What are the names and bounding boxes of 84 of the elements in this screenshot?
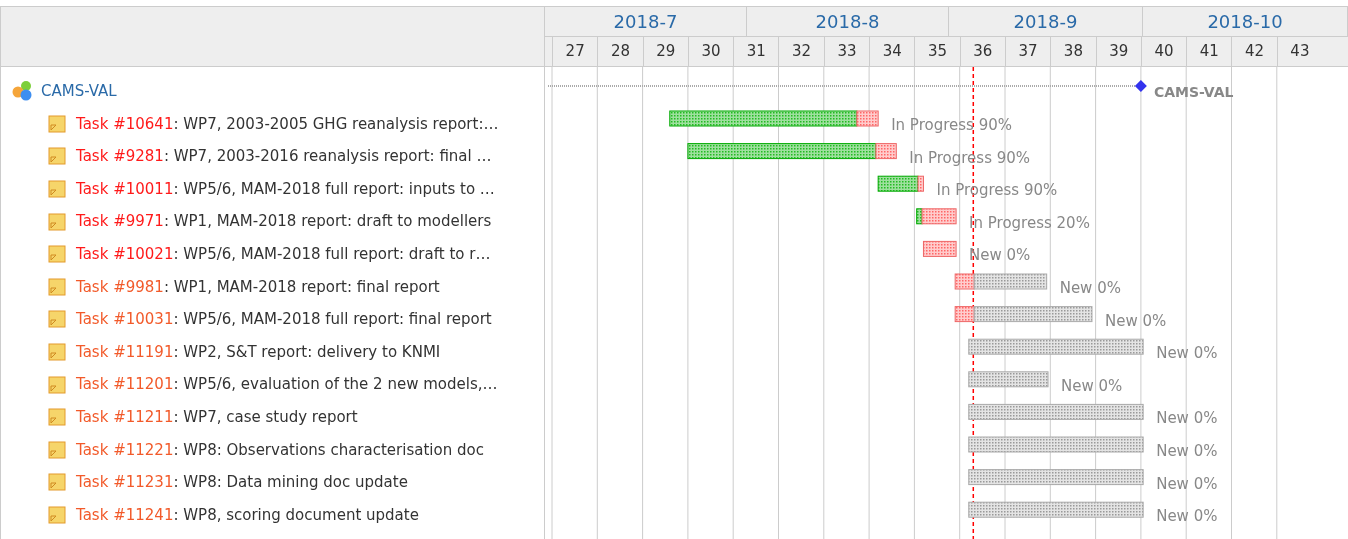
week-header: 37 bbox=[1004, 37, 1051, 66]
late-bar bbox=[875, 143, 897, 160]
task-status-label: New 0% bbox=[1059, 279, 1121, 297]
week-header: 32 bbox=[778, 37, 824, 66]
task-icon bbox=[48, 212, 66, 231]
task-icon bbox=[48, 375, 66, 394]
task-link[interactable]: Task #11241 bbox=[76, 505, 174, 524]
task-icon bbox=[48, 506, 66, 524]
month-header: 2018-10 bbox=[1143, 7, 1348, 36]
late-bar bbox=[921, 208, 957, 225]
week-header: 39 bbox=[1095, 37, 1141, 66]
week-header: 36 bbox=[959, 37, 1005, 66]
week-header: 34 bbox=[869, 37, 915, 66]
task-status-label: In Progress 90% bbox=[909, 148, 1031, 167]
week-header: 29 bbox=[642, 37, 688, 66]
task-status-label: New 0% bbox=[1156, 344, 1218, 363]
task-title: : WP2, S&T report: delivery to KNMI bbox=[173, 342, 441, 361]
task-icon bbox=[48, 147, 66, 166]
task-link[interactable]: Task #11201 bbox=[76, 375, 174, 394]
task-status-label: In Progress 90% bbox=[891, 116, 1012, 134]
month-header: 2018-7 bbox=[545, 7, 747, 36]
task-status-label: In Progress 90% bbox=[936, 181, 1058, 200]
week-header: 42 bbox=[1231, 37, 1277, 66]
task-link[interactable]: Task #10011 bbox=[76, 179, 174, 198]
task-icon bbox=[48, 180, 66, 199]
task-icon bbox=[48, 473, 66, 492]
task-title: : WP5/6, MAM-2018 full report: draft to r… bbox=[173, 245, 491, 263]
task-title: : WP1, MAM-2018 report: final report bbox=[163, 277, 440, 296]
late-bar bbox=[917, 175, 924, 192]
task-link[interactable]: Task #11231 bbox=[76, 473, 174, 492]
task-status-label: New 0% bbox=[1156, 474, 1218, 493]
project-link[interactable]: CAMS-VAL bbox=[41, 80, 117, 103]
week-header: 41 bbox=[1186, 37, 1232, 66]
task-icon bbox=[48, 343, 66, 362]
week-header: 40 bbox=[1140, 37, 1187, 66]
week-header: 35 bbox=[914, 37, 960, 66]
week-header: 30 bbox=[687, 37, 734, 66]
task-link[interactable]: Task #9281 bbox=[76, 147, 164, 166]
month-header: 2018-8 bbox=[747, 7, 949, 36]
week-header: 38 bbox=[1050, 37, 1096, 66]
task-title: : WP1, MAM-2018 report: draft to modellers bbox=[163, 212, 492, 231]
late-bar bbox=[922, 240, 957, 257]
task-title: : WP7, 2003-2016 reanalysis report: final … bbox=[163, 147, 492, 166]
task-icon bbox=[48, 408, 66, 427]
task-status-label: In Progress 20% bbox=[969, 213, 1090, 232]
late-bar bbox=[954, 306, 975, 323]
task-status-label: New 0% bbox=[969, 246, 1031, 265]
task-title: : WP8: Observations characterisation doc bbox=[173, 440, 484, 459]
task-icon bbox=[48, 277, 66, 296]
task-title: : WP5/6, evaluation of the 2 new models,… bbox=[173, 375, 498, 394]
late-bar bbox=[954, 273, 975, 290]
task-link[interactable]: Task #10641 bbox=[76, 114, 174, 133]
task-link[interactable]: Task #10031 bbox=[76, 310, 174, 329]
done-bar bbox=[877, 175, 919, 192]
task-icon bbox=[48, 114, 66, 133]
task-title: : WP5/6, MAM-2018 full report: final report bbox=[173, 310, 492, 329]
late-bar bbox=[856, 110, 879, 127]
task-status-label: New 0% bbox=[1061, 376, 1123, 395]
task-link[interactable]: Task #11191 bbox=[76, 342, 174, 361]
milestone-diamond-icon bbox=[1134, 80, 1147, 92]
task-icon bbox=[48, 310, 66, 329]
task-status-label: New 0% bbox=[1105, 311, 1167, 330]
task-link[interactable]: Task #9971 bbox=[76, 212, 164, 231]
task-status-label: New 0% bbox=[1156, 442, 1218, 460]
task-title: : WP8: Data mining doc update bbox=[173, 473, 408, 492]
week-header: 31 bbox=[733, 37, 779, 66]
task-status-label: New 0% bbox=[1156, 507, 1218, 526]
week-header: 28 bbox=[597, 37, 643, 66]
week-header: 27 bbox=[552, 37, 598, 66]
task-title: : WP7, 2003-2005 GHG reanalysis report:… bbox=[173, 114, 499, 133]
task-status-label: New 0% bbox=[1156, 409, 1218, 428]
week-header: 43 bbox=[1276, 37, 1323, 66]
task-link[interactable]: Task #9981 bbox=[76, 277, 164, 296]
task-title: : WP7, case study report bbox=[173, 408, 358, 426]
task-link[interactable]: Task #11221 bbox=[76, 440, 174, 459]
task-title: : WP5/6, MAM-2018 full report: inputs to … bbox=[173, 179, 495, 198]
task-icon bbox=[48, 245, 66, 264]
month-header: 2018-9 bbox=[949, 7, 1143, 36]
week-header: 33 bbox=[823, 37, 870, 66]
task-link[interactable]: Task #10021 bbox=[76, 245, 174, 263]
task-title: : WP8, scoring document update bbox=[173, 505, 419, 524]
project-label: CAMS-VAL bbox=[1153, 84, 1234, 100]
task-icon bbox=[48, 440, 66, 459]
task-link[interactable]: Task #11211 bbox=[76, 408, 174, 426]
